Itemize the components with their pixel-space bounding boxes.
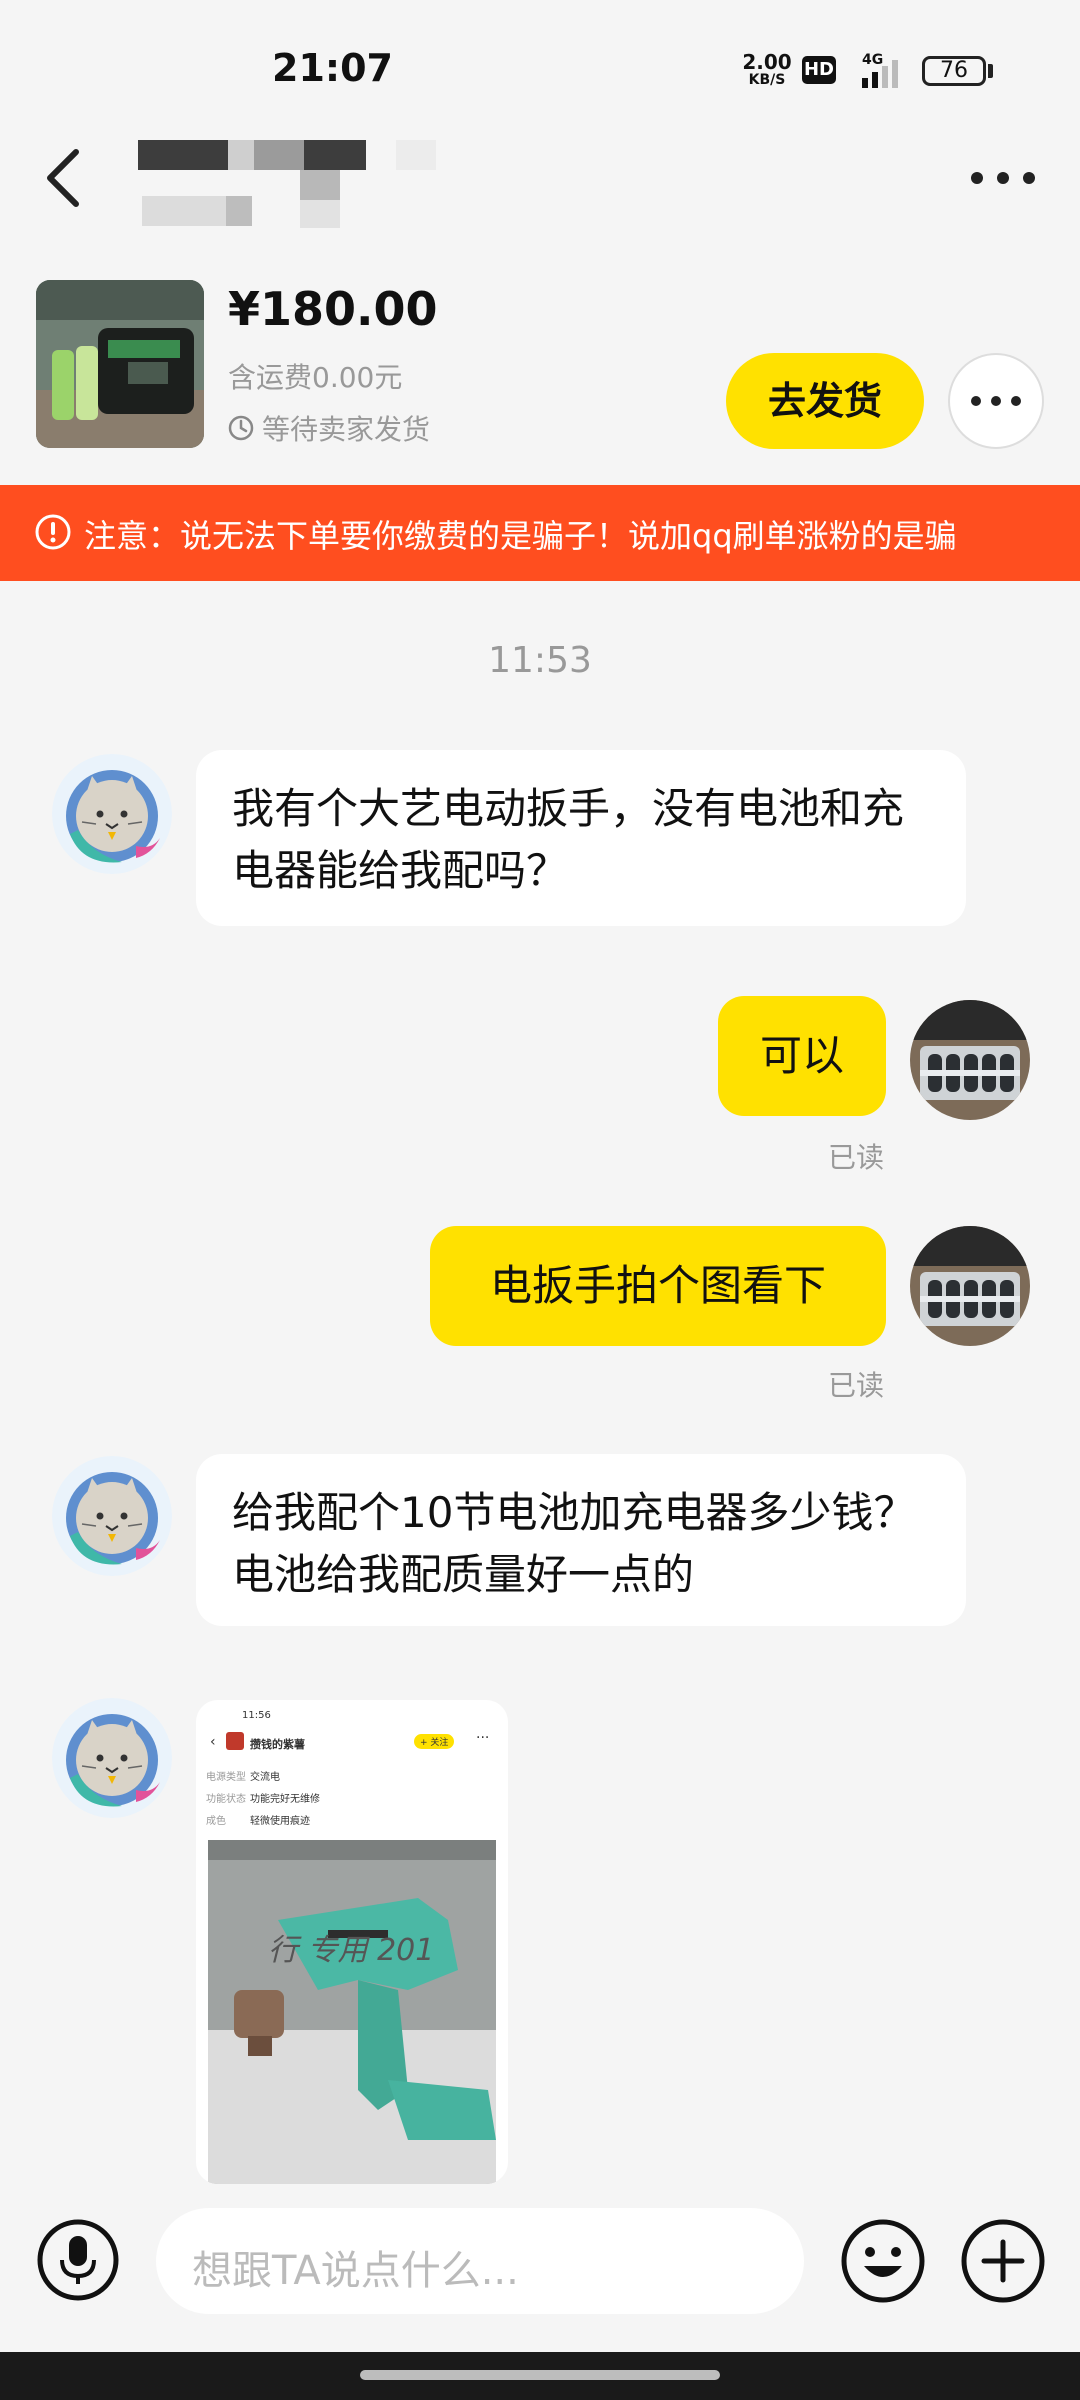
buyer-avatar[interactable] [52, 754, 172, 874]
status-bar [0, 0, 1080, 140]
message-bubble-incoming[interactable]: 我有个大艺电动扳手，没有电池和充电器能给我配吗？ [196, 750, 966, 926]
screenshot-row-value: 交流电 [250, 1772, 280, 1783]
screenshot-time: 11:56 [242, 1710, 271, 1721]
redaction-block [226, 196, 252, 226]
order-status: 等待卖家发货 [228, 408, 430, 448]
ship-button[interactable]: 去发货 [726, 353, 924, 449]
cat-avatar-icon [52, 1456, 172, 1576]
product-image [36, 280, 204, 448]
screenshot-more-icon: ··· [476, 1730, 490, 1746]
screenshot-row-key: 电源类型 [206, 1772, 246, 1783]
message-bubble-outgoing[interactable]: 可以 [718, 996, 886, 1116]
network-speed: 2.00 KB/S [742, 52, 792, 88]
redaction-block [300, 200, 340, 228]
screenshot-row-value: 功能完好无维修 [250, 1794, 320, 1805]
order-status-label: 等待卖家发货 [262, 413, 431, 446]
shipping-info: 含运费0.00元 [228, 361, 403, 394]
battery-tip [988, 64, 993, 78]
warning-icon [35, 514, 71, 550]
message-bubble-incoming[interactable]: 给我配个10节电池加充电器多少钱？电池给我配质量好一点的 [196, 1454, 966, 1626]
clock-icon [228, 415, 254, 441]
network-speed-unit: KB/S [748, 72, 786, 88]
emoji-icon[interactable] [840, 2218, 926, 2304]
home-indicator[interactable] [360, 2370, 720, 2380]
battery-avatar-icon [910, 1000, 1030, 1120]
read-receipt: 已读 [828, 1369, 885, 1402]
plus-icon[interactable] [960, 2218, 1046, 2304]
redaction-block [300, 170, 340, 200]
buyer-avatar[interactable] [52, 1698, 172, 1818]
message-input-placeholder: 想跟TA说点什么... [192, 2248, 519, 2294]
redaction-block [138, 140, 228, 170]
hd-badge: HD [802, 56, 836, 84]
scam-warning-banner: 注意：说无法下单要你缴费的是骗子！说加qq刷单涨粉的是骗 [0, 485, 1080, 581]
wrench-photo: 行 专用 201 [208, 1840, 496, 2184]
back-icon[interactable] [44, 148, 84, 208]
warning-text: 注意：说无法下单要你缴费的是骗子！说加qq刷单涨粉的是骗 [84, 517, 957, 555]
screenshot-shop-avatar [226, 1732, 244, 1750]
seller-avatar[interactable] [910, 1000, 1030, 1120]
microphone-icon[interactable] [36, 2218, 120, 2302]
redaction-block [142, 196, 226, 226]
seller-avatar[interactable] [910, 1226, 1030, 1346]
redaction-block [396, 140, 436, 170]
screenshot-row-value: 轻微使用痕迹 [250, 1816, 310, 1827]
product-thumbnail[interactable] [36, 280, 204, 448]
screenshot-back-icon: ‹ [210, 1734, 216, 1750]
more-icon [971, 396, 1021, 406]
screenshot-follow-button: + 关注 [414, 1734, 455, 1749]
photo-background-text: 行 专用 201 [268, 1933, 434, 1968]
product-price: ¥180.00 [228, 282, 438, 336]
status-time: 21:07 [272, 46, 393, 90]
cat-avatar-icon [52, 754, 172, 874]
screenshot-row-key: 成色 [206, 1816, 226, 1827]
impact-wrench-image: 行 专用 201 [208, 1840, 496, 2184]
cat-avatar-icon [52, 1698, 172, 1818]
battery-avatar-icon [910, 1226, 1030, 1346]
product-more-button[interactable] [948, 353, 1044, 449]
chat-timestamp: 11:53 [488, 640, 592, 681]
signal-icon: 4G [862, 52, 898, 88]
screenshot-row-key: 功能状态 [206, 1794, 246, 1805]
buyer-avatar[interactable] [52, 1456, 172, 1576]
network-type: 4G [862, 52, 883, 68]
screenshot-shop-name: 攒钱的紫薯 [250, 1738, 305, 1751]
read-receipt: 已读 [828, 1141, 885, 1174]
redaction-block [254, 140, 304, 170]
network-speed-value: 2.00 [742, 50, 792, 74]
more-icon[interactable] [968, 160, 1038, 196]
image-message[interactable]: 11:56 ‹ 攒钱的紫薯 + 关注 ··· 电源类型 交流电 功能状态 功能完… [196, 1700, 508, 2184]
message-bubble-outgoing[interactable]: 电扳手拍个图看下 [430, 1226, 886, 1346]
redaction-block [304, 140, 366, 170]
battery-indicator: 76 [922, 56, 986, 86]
